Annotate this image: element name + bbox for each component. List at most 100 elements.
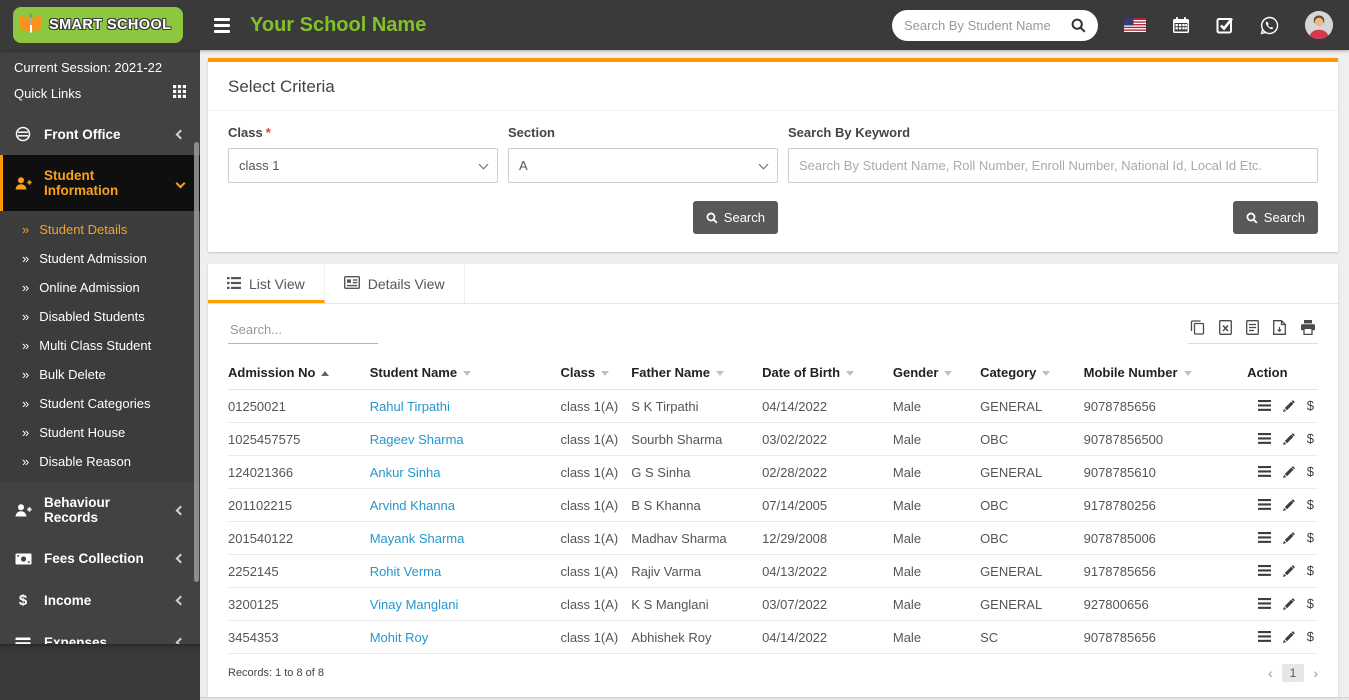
col-class[interactable]: Class bbox=[560, 356, 631, 390]
student-name-link[interactable]: Mayank Sharma bbox=[370, 531, 465, 546]
col-admission-no[interactable]: Admission No bbox=[228, 356, 370, 390]
cell-category: OBC bbox=[980, 423, 1084, 456]
student-name-link[interactable]: Arvind Khanna bbox=[370, 498, 455, 513]
sidebar-filler bbox=[0, 644, 200, 700]
prev-page-icon[interactable]: ‹ bbox=[1268, 665, 1273, 681]
header-search-input[interactable] bbox=[904, 18, 1071, 33]
next-page-icon[interactable]: › bbox=[1313, 665, 1318, 681]
fees-dollar-icon[interactable]: $ bbox=[1307, 629, 1314, 644]
export-csv-icon[interactable] bbox=[1246, 320, 1259, 335]
sort-icon bbox=[716, 371, 724, 376]
view-details-icon[interactable] bbox=[1258, 565, 1271, 576]
cell-gender: Male bbox=[893, 588, 980, 621]
class-search-button[interactable]: Search bbox=[693, 201, 778, 234]
table-search-input[interactable] bbox=[228, 318, 378, 344]
sort-icon bbox=[463, 371, 471, 376]
student-name-link[interactable]: Rageev Sharma bbox=[370, 432, 464, 447]
fees-dollar-icon[interactable]: $ bbox=[1307, 497, 1314, 512]
col-father-name[interactable]: Father Name bbox=[631, 356, 762, 390]
sidebar-item-fees-collection[interactable]: Fees Collection bbox=[0, 538, 200, 579]
sidebar-subitem[interactable]: » Bulk Delete bbox=[0, 360, 200, 389]
student-name-link[interactable]: Mohit Roy bbox=[370, 630, 429, 645]
view-details-icon[interactable] bbox=[1258, 400, 1271, 411]
fees-dollar-icon[interactable]: $ bbox=[1307, 431, 1314, 446]
edit-pencil-icon[interactable] bbox=[1283, 598, 1295, 610]
app-logo[interactable]: SMART SCHOOL bbox=[13, 7, 183, 43]
edit-pencil-icon[interactable] bbox=[1283, 433, 1295, 445]
col-category[interactable]: Category bbox=[980, 356, 1084, 390]
col-mobile-number[interactable]: Mobile Number bbox=[1084, 356, 1248, 390]
edit-pencil-icon[interactable] bbox=[1283, 499, 1295, 511]
sidebar-item-front-office[interactable]: Front Office bbox=[0, 113, 200, 155]
view-details-icon[interactable] bbox=[1258, 466, 1271, 477]
view-details-icon[interactable] bbox=[1258, 433, 1271, 444]
sidebar-item-expenses[interactable]: Expenses bbox=[0, 622, 200, 644]
sidebar-item-student-information[interactable]: Student Information bbox=[0, 155, 200, 211]
chevron-left-icon bbox=[176, 638, 186, 644]
student-name-link[interactable]: Rahul Tirpathi bbox=[370, 399, 450, 414]
cell-class: class 1(A) bbox=[560, 390, 631, 423]
fees-dollar-icon[interactable]: $ bbox=[1307, 398, 1314, 413]
student-name-link[interactable]: Rohit Verma bbox=[370, 564, 442, 579]
col-student-name[interactable]: Student Name bbox=[370, 356, 561, 390]
sidebar-subitem[interactable]: » Student House bbox=[0, 418, 200, 447]
whatsapp-icon[interactable] bbox=[1260, 16, 1279, 35]
cell-class: class 1(A) bbox=[560, 522, 631, 555]
cell-father-name: K S Manglani bbox=[631, 588, 762, 621]
keyword-input[interactable] bbox=[788, 148, 1318, 183]
edit-pencil-icon[interactable] bbox=[1283, 565, 1295, 577]
quick-links[interactable]: Quick Links bbox=[0, 79, 200, 113]
keyword-search-button[interactable]: Search bbox=[1233, 201, 1318, 234]
sidebar-scrollbar[interactable] bbox=[194, 142, 199, 582]
sidebar-subitem[interactable]: » Student Details bbox=[0, 215, 200, 244]
view-details-icon[interactable] bbox=[1258, 499, 1271, 510]
edit-pencil-icon[interactable] bbox=[1283, 400, 1295, 412]
sidebar-subitem[interactable]: » Disabled Students bbox=[0, 302, 200, 331]
export-excel-icon[interactable] bbox=[1219, 320, 1232, 335]
cell-dob: 02/28/2022 bbox=[762, 456, 893, 489]
sidebar-subitem[interactable]: » Multi Class Student bbox=[0, 331, 200, 360]
copy-icon[interactable] bbox=[1190, 320, 1205, 335]
page-number[interactable]: 1 bbox=[1282, 664, 1305, 682]
fees-dollar-icon[interactable]: $ bbox=[1307, 530, 1314, 545]
export-pdf-icon[interactable] bbox=[1273, 320, 1286, 335]
sidebar-subitem[interactable]: » Student Categories bbox=[0, 389, 200, 418]
sidebar-toggle-icon[interactable] bbox=[214, 15, 234, 36]
cell-dob: 12/29/2008 bbox=[762, 522, 893, 555]
language-flag-icon[interactable] bbox=[1124, 18, 1146, 32]
tab-list-view[interactable]: List View bbox=[208, 264, 325, 303]
calendar-icon[interactable] bbox=[1172, 16, 1190, 34]
todo-check-icon[interactable] bbox=[1216, 16, 1234, 34]
cell-father-name: G S Sinha bbox=[631, 456, 762, 489]
student-name-link[interactable]: Vinay Manglani bbox=[370, 597, 459, 612]
class-select[interactable]: class 1 bbox=[228, 148, 498, 183]
edit-pencil-icon[interactable] bbox=[1283, 466, 1295, 478]
tab-details-view[interactable]: Details View bbox=[325, 264, 465, 303]
sidebar-subitem[interactable]: » Online Admission bbox=[0, 273, 200, 302]
fees-dollar-icon[interactable]: $ bbox=[1307, 563, 1314, 578]
user-avatar[interactable] bbox=[1305, 11, 1333, 39]
double-angle-icon: » bbox=[22, 338, 29, 353]
search-icon[interactable] bbox=[1071, 18, 1086, 33]
cell-dob: 07/14/2005 bbox=[762, 489, 893, 522]
grid-icon[interactable] bbox=[173, 85, 186, 101]
fees-dollar-icon[interactable]: $ bbox=[1307, 596, 1314, 611]
cell-father-name: Sourbh Sharma bbox=[631, 423, 762, 456]
student-name-link[interactable]: Ankur Sinha bbox=[370, 465, 441, 480]
sidebar-item-income[interactable]: $ Income bbox=[0, 579, 200, 622]
pagination: ‹ 1 › bbox=[1268, 664, 1318, 682]
edit-pencil-icon[interactable] bbox=[1283, 532, 1295, 544]
view-details-icon[interactable] bbox=[1258, 631, 1271, 642]
sidebar-subitem[interactable]: » Disable Reason bbox=[0, 447, 200, 476]
sidebar-subitem[interactable]: » Student Admission bbox=[0, 244, 200, 273]
edit-pencil-icon[interactable] bbox=[1283, 631, 1295, 643]
view-details-icon[interactable] bbox=[1258, 532, 1271, 543]
sidebar-item-label: Behaviour Records bbox=[44, 495, 165, 525]
view-details-icon[interactable] bbox=[1258, 598, 1271, 609]
col-date-of-birth[interactable]: Date of Birth bbox=[762, 356, 893, 390]
fees-dollar-icon[interactable]: $ bbox=[1307, 464, 1314, 479]
print-icon[interactable] bbox=[1300, 320, 1316, 335]
sidebar-item-behaviour-records[interactable]: Behaviour Records bbox=[0, 482, 200, 538]
section-select[interactable]: A bbox=[508, 148, 778, 183]
col-gender[interactable]: Gender bbox=[893, 356, 980, 390]
